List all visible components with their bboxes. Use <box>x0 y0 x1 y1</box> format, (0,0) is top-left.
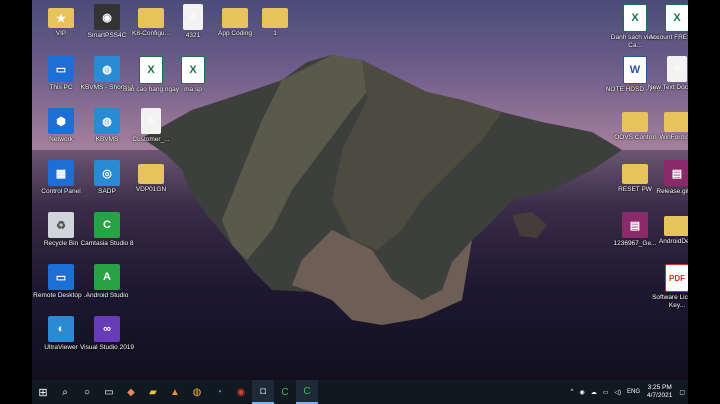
desktop-icon[interactable]: ∞ Visual Studio 2019 <box>76 316 138 352</box>
desktop[interactable]: ★ VIP ◉ SmartPSS4C K8-Configu... ≡ 4321 App Cod… <box>32 0 688 380</box>
document-icon: ≡ <box>141 108 161 134</box>
desktop-icon-label: WinForms... <box>659 134 688 141</box>
document-icon: ≡ <box>183 4 203 30</box>
desktop-icon[interactable]: ≡ Customer_... <box>120 108 182 144</box>
desktop-icon[interactable]: ▤ Release.gits... <box>646 160 688 196</box>
notifications-icon[interactable]: ▢ <box>679 389 685 396</box>
desktop-icon[interactable]: 1 <box>244 4 306 38</box>
chrome-dev-icon[interactable]: ◍ <box>186 380 208 404</box>
kbvms-icon: ◍ <box>94 56 120 82</box>
windows-start-icon[interactable]: ⊞ <box>32 380 54 404</box>
system-tray: ^ ◉ ☁ ▭ ◁) ENG 3:25 PM 4/7/2021 ▢ <box>568 380 688 404</box>
desktop-icon-label: ma sp <box>184 86 202 93</box>
person-folder-icon: ★ <box>48 8 74 28</box>
remote-desktop-icon: ▭ <box>48 264 74 290</box>
word-icon: W <box>623 56 647 84</box>
cortana-icon[interactable]: ○ <box>76 380 98 404</box>
desktop-icon-label: 1 <box>273 30 277 37</box>
camera-app-icon: ◉ <box>94 4 120 30</box>
screen: ★ VIP ◉ SmartPSS4C K8-Configu... ≡ 4321 App Cod… <box>0 0 720 404</box>
ultraviewer-icon: ◐ <box>48 316 74 342</box>
show-hidden-icons-icon[interactable]: ^ <box>571 389 574 395</box>
recycle-bin-icon: ♻ <box>48 212 74 238</box>
tray-app-icon[interactable]: ◉ <box>579 389 584 396</box>
folder-icon <box>138 164 164 184</box>
desktop-icon[interactable]: C Camtasia Studio 8 <box>76 212 138 248</box>
pdf-icon: PDF <box>665 264 688 292</box>
taskbar: ⊞ ⌕ ○ ▭ ◆ ▰ ▲ ◍ ◔ ◉ ◘ C C ^ ◉ ☁ ▭ ◁) ENG… <box>32 380 688 404</box>
desktop-icon-label: AndroidDe... <box>658 238 688 245</box>
excel-icon: X <box>665 4 688 32</box>
sadp-icon: ◎ <box>94 160 120 186</box>
folder-icon <box>138 8 164 28</box>
camera-icon[interactable]: ◘ <box>252 380 274 404</box>
desktop-icon-label: Camtasia Studio 8 <box>80 240 134 247</box>
winrar-icon: ▤ <box>622 212 648 238</box>
desktop-icon-label: VDP01GN <box>135 186 167 193</box>
vlc-icon[interactable]: ▲ <box>164 380 186 404</box>
desktop-icon[interactable]: X Account FRESHPN <box>646 4 688 42</box>
desktop-icon-label: Customer_... <box>132 136 170 143</box>
control-panel-icon: ▦ <box>48 160 74 186</box>
letterbox-left <box>0 0 32 404</box>
winrar-icon: ▤ <box>664 160 688 186</box>
chrome-icon[interactable]: ◉ <box>230 380 252 404</box>
desktop-icon-label: New Text Document <box>647 84 688 91</box>
pc-icon: ▭ <box>48 56 74 82</box>
file-explorer-icon[interactable]: ▰ <box>142 380 164 404</box>
clock-date: 4/7/2021 <box>647 392 673 399</box>
search-icon[interactable]: ⌕ <box>54 380 76 404</box>
visual-studio-icon: ∞ <box>94 316 120 342</box>
letterbox-right <box>688 0 720 404</box>
language-indicator[interactable]: ENG <box>627 389 640 395</box>
folder-icon <box>664 216 688 236</box>
desktop-icon[interactable]: Xma sp <box>162 56 224 94</box>
camtasia-recorder-icon[interactable]: C <box>296 380 318 404</box>
desktop-icon-label: Visual Studio 2019 <box>79 344 135 351</box>
desktop-icon[interactable]: A Android Studio <box>76 264 138 300</box>
task-view-icon[interactable]: ▭ <box>98 380 120 404</box>
desktop-icon[interactable]: VDP01GN <box>120 160 182 194</box>
desktop-icon[interactable]: ≡ New Text Document <box>646 56 688 92</box>
volume-icon[interactable]: ◁) <box>614 389 621 396</box>
desktop-icon[interactable]: WinForms... <box>646 108 688 142</box>
excel-icon: X <box>623 4 647 32</box>
desktop-icon-label: Account FRESHPN <box>648 34 688 41</box>
text-document-icon: ≡ <box>667 56 687 82</box>
android-studio-icon: A <box>94 264 120 290</box>
network-tray-icon[interactable]: ▭ <box>603 389 609 396</box>
folder-icon <box>622 164 648 184</box>
edge-icon[interactable]: ◔ <box>208 380 230 404</box>
desktop-icon-label: Android Studio <box>85 292 129 299</box>
camtasia-icon: C <box>94 212 120 238</box>
desktop-icon[interactable]: AndroidDe... <box>646 212 688 246</box>
folder-icon <box>622 112 648 132</box>
tray-cloud-icon[interactable]: ☁ <box>591 389 597 396</box>
network-icon: ⬢ <box>48 108 74 134</box>
clock[interactable]: 3:25 PM 4/7/2021 <box>647 384 672 400</box>
excel-icon: X <box>181 56 205 84</box>
desktop-icon-label: Release.gits... <box>656 188 688 195</box>
camtasia-icon[interactable]: C <box>274 380 296 404</box>
desktop-icon[interactable]: PDF Software License Key... <box>646 264 688 309</box>
excel-icon: X <box>139 56 163 84</box>
desktop-icon-label: Software License Key... <box>652 294 688 309</box>
paint-icon[interactable]: ◆ <box>120 380 142 404</box>
folder-icon <box>262 8 288 28</box>
kbvms-icon: ◍ <box>94 108 120 134</box>
folder-icon <box>664 112 688 132</box>
clock-time: 3:25 PM <box>647 384 672 391</box>
